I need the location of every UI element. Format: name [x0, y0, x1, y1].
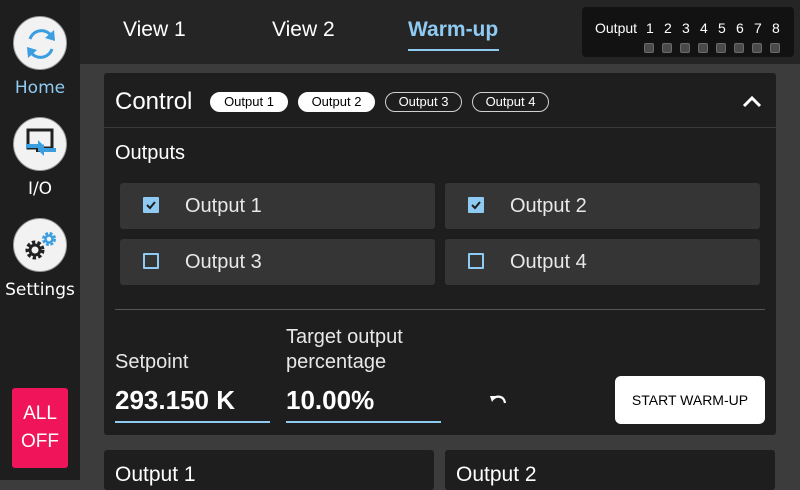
sync-icon [27, 29, 55, 59]
section-separator [115, 309, 765, 310]
io-button-circle[interactable] [13, 117, 67, 171]
chip-output-1[interactable]: Output 1 [210, 92, 288, 112]
setpoint-underline [115, 421, 270, 423]
output-3-checkbox[interactable] [143, 253, 159, 269]
output-1-card-title: Output 1 [115, 463, 196, 486]
start-warm-up-label: START WARM-UP [631, 392, 749, 408]
control-title: Control [115, 88, 193, 115]
output-row-1[interactable]: Output 1 [120, 183, 435, 229]
channel-led-3 [680, 43, 690, 53]
nav-settings[interactable]: Settings [0, 218, 80, 300]
output-row-2[interactable]: Output 2 [445, 183, 760, 229]
tab-view-2[interactable]: View 2 [272, 18, 335, 42]
output-2-checkbox[interactable] [468, 197, 484, 213]
channel-label-6: 6 [736, 20, 744, 36]
home-button-circle[interactable] [13, 16, 67, 70]
nav-home[interactable]: Home [0, 16, 80, 98]
channel-label-8: 8 [772, 20, 780, 36]
output-indicator-label: Output [595, 20, 638, 36]
channel-led-1 [644, 43, 654, 53]
check-icon [471, 201, 481, 210]
channel-led-2 [662, 43, 672, 53]
output-indicator-panel: Output 1 2 3 4 5 6 7 8 [582, 7, 794, 57]
output-1-label: Output 1 [185, 195, 262, 217]
output-1-checkbox[interactable] [143, 197, 159, 213]
undo-icon [490, 395, 507, 404]
io-transfer-icon [26, 128, 56, 156]
target-label-line1: Target output [286, 326, 403, 348]
start-warm-up-button[interactable]: START WARM-UP [615, 376, 765, 424]
output-2-card: Output 2 [445, 450, 775, 490]
channel-led-4 [698, 43, 708, 53]
nav-home-label: Home [14, 78, 66, 98]
settings-button-circle[interactable] [13, 218, 67, 272]
channel-label-5: 5 [718, 20, 726, 36]
tab-view-1[interactable]: View 1 [123, 18, 186, 42]
undo-button[interactable] [486, 389, 510, 413]
gears-icon [25, 232, 56, 260]
output-4-label: Output 4 [510, 251, 587, 273]
output-1-card: Output 1 [104, 450, 434, 490]
channel-label-4: 4 [700, 20, 708, 36]
control-card: Control Output 1 Output 2 Output 3 Outpu… [104, 73, 776, 435]
nav-io-label: I/O [27, 179, 53, 199]
channel-label-7: 7 [754, 20, 762, 36]
check-icon [146, 201, 156, 210]
sidebar: Home I/O Settings ALL OFF [0, 0, 80, 480]
target-underline [286, 421, 441, 423]
target-label-line2: percentage [286, 351, 387, 373]
output-3-label: Output 3 [185, 251, 262, 273]
active-tab-underline [408, 49, 499, 51]
tab-warm-up[interactable]: Warm-up [408, 18, 498, 42]
channel-led-6 [734, 43, 744, 53]
chip-output-4[interactable]: Output 4 [472, 92, 549, 112]
nav-settings-label: Settings [5, 280, 75, 300]
channel-led-8 [770, 43, 780, 53]
chip-output-3[interactable]: Output 3 [385, 92, 462, 112]
output-2-card-title: Output 2 [456, 463, 537, 486]
channel-label-1: 1 [646, 20, 654, 36]
top-bar: View 1 View 2 Warm-up Output 1 2 3 4 5 6… [80, 0, 800, 64]
channel-label-2: 2 [664, 20, 672, 36]
output-row-4[interactable]: Output 4 [445, 239, 760, 285]
channel-led-7 [752, 43, 762, 53]
nav-io[interactable]: I/O [0, 117, 80, 199]
card-header-divider [104, 127, 776, 128]
setpoint-input[interactable]: 293.150 K [115, 385, 235, 416]
channel-led-5 [716, 43, 726, 53]
chevron-up-icon [742, 95, 762, 108]
channel-label-3: 3 [682, 20, 690, 36]
target-percentage-input[interactable]: 10.00% [286, 385, 374, 416]
output-2-label: Output 2 [510, 195, 587, 217]
output-row-3[interactable]: Output 3 [120, 239, 435, 285]
all-off-line2: OFF [21, 431, 59, 452]
all-off-button[interactable]: ALL OFF [12, 388, 68, 468]
collapse-button[interactable] [740, 91, 764, 111]
setpoint-label: Setpoint [115, 351, 189, 373]
outputs-heading: Outputs [115, 142, 186, 164]
output-4-checkbox[interactable] [468, 253, 484, 269]
chip-output-2[interactable]: Output 2 [298, 92, 375, 112]
all-off-line1: ALL [23, 403, 57, 424]
